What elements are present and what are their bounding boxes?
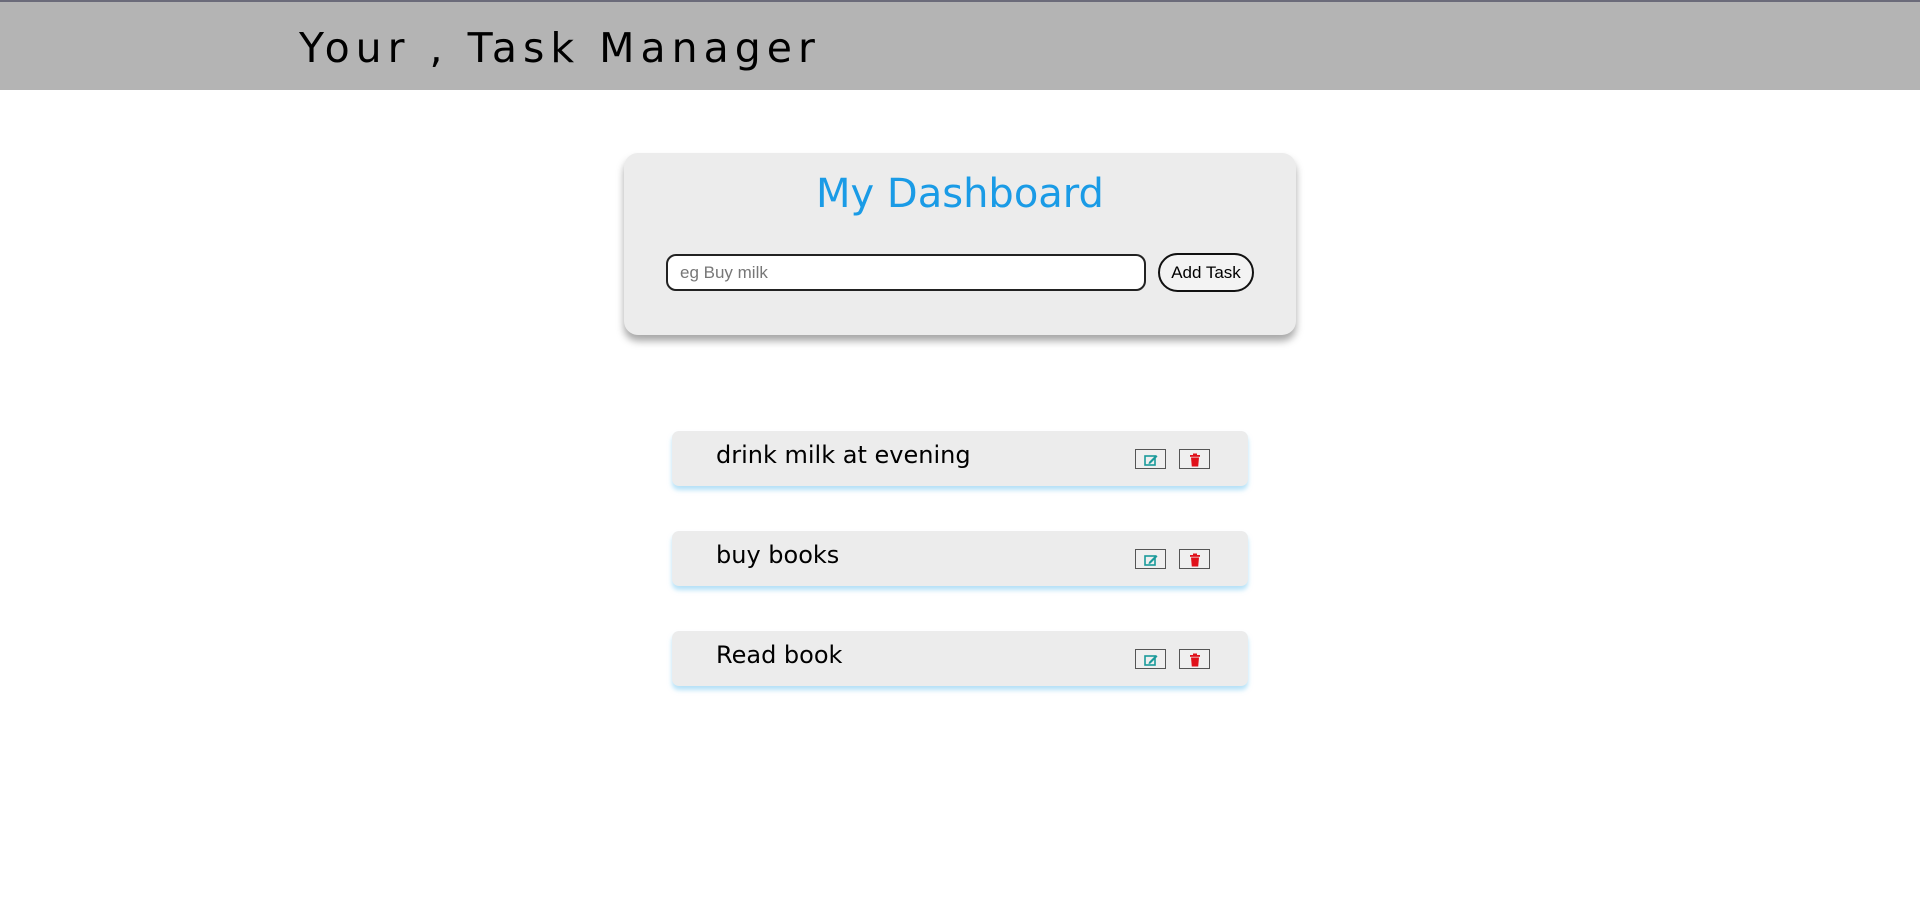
edit-icon (1143, 655, 1157, 666)
edit-task-button[interactable] (1135, 449, 1166, 469)
edit-task-button[interactable] (1135, 649, 1166, 669)
top-bar: Your , Task Manager (0, 0, 1920, 90)
task-input[interactable] (666, 254, 1146, 291)
trash-icon (1189, 553, 1200, 567)
dashboard-title: My Dashboard (816, 171, 1104, 217)
dashboard-panel: My Dashboard Add Task (624, 153, 1296, 335)
task-item: buy books (672, 531, 1248, 586)
task-text: Read book (716, 641, 843, 669)
edit-task-button[interactable] (1135, 549, 1166, 569)
task-item: drink milk at evening (672, 431, 1248, 486)
delete-task-button[interactable] (1179, 649, 1210, 669)
task-text: drink milk at evening (716, 441, 971, 469)
edit-icon (1143, 455, 1157, 466)
task-item: Read book (672, 631, 1248, 686)
task-text: buy books (716, 541, 840, 569)
add-task-button[interactable]: Add Task (1158, 253, 1254, 292)
delete-task-button[interactable] (1179, 449, 1210, 469)
delete-task-button[interactable] (1179, 549, 1210, 569)
edit-icon (1143, 555, 1157, 566)
trash-icon (1189, 653, 1200, 667)
trash-icon (1189, 453, 1200, 467)
app-title: Your , Task Manager (299, 24, 821, 72)
